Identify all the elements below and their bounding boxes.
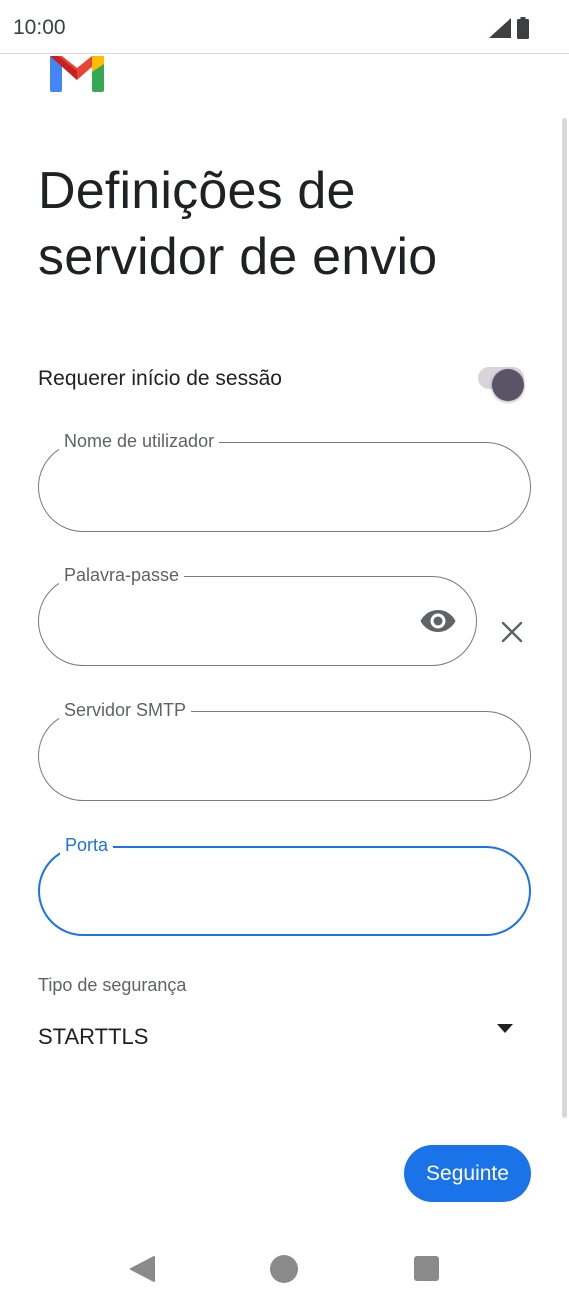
- require-login-toggle[interactable]: [478, 367, 524, 401]
- back-icon[interactable]: [128, 1255, 156, 1283]
- security-type-label: Tipo de segurança: [38, 975, 187, 995]
- require-login-label: Requerer início de sessão: [38, 367, 282, 390]
- require-login-row[interactable]: Requerer início de sessão: [38, 358, 528, 401]
- scrollbar[interactable]: [562, 118, 567, 1118]
- username-input[interactable]: [65, 443, 504, 531]
- visibility-icon[interactable]: [420, 608, 456, 634]
- signal-icon: [489, 18, 511, 38]
- password-input[interactable]: [65, 577, 385, 665]
- status-icons: [489, 17, 529, 39]
- battery-icon: [517, 17, 529, 39]
- dropdown-arrow-icon: [497, 1024, 513, 1033]
- recents-icon[interactable]: [414, 1256, 439, 1281]
- security-type-value: STARTTLS: [38, 1024, 149, 1049]
- password-field[interactable]: Palavra-passe: [38, 564, 477, 666]
- gmail-logo: [50, 56, 104, 92]
- port-field[interactable]: Porta: [38, 834, 531, 936]
- status-bar: 10:00: [0, 0, 569, 54]
- toggle-thumb[interactable]: [492, 369, 524, 401]
- next-button[interactable]: Seguinte: [404, 1145, 531, 1202]
- home-icon[interactable]: [270, 1255, 298, 1283]
- smtp-server-field[interactable]: Servidor SMTP: [38, 699, 531, 801]
- port-input[interactable]: [66, 848, 503, 934]
- smtp-server-input[interactable]: [65, 712, 504, 800]
- security-type-dropdown[interactable]: STARTTLS: [38, 1018, 518, 1058]
- close-icon[interactable]: [500, 620, 524, 644]
- navigation-bar: [0, 1232, 569, 1306]
- status-time: 10:00: [13, 16, 66, 39]
- username-field[interactable]: Nome de utilizador: [38, 430, 531, 532]
- page-title: Definições de servidor de envio: [38, 162, 438, 286]
